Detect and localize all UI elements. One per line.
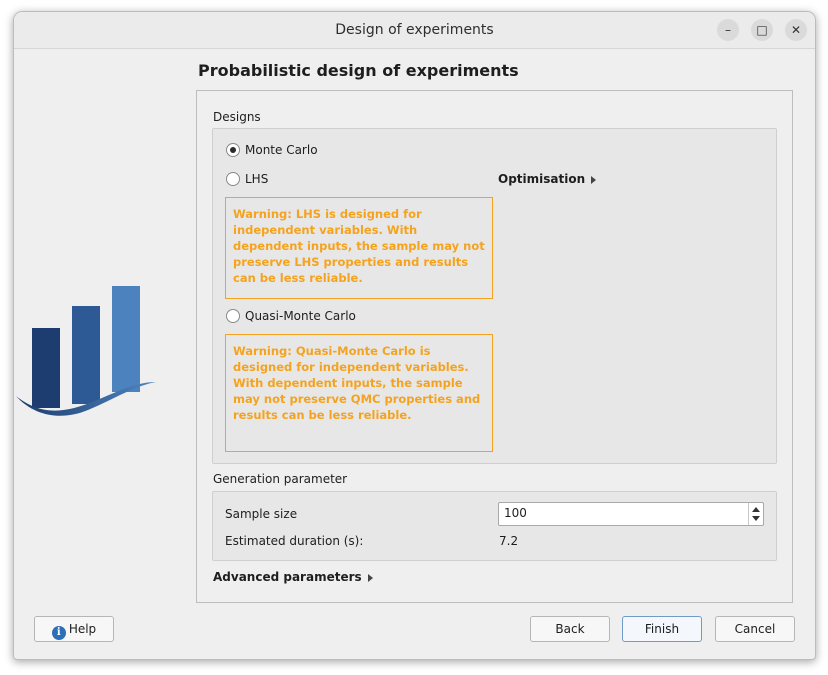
close-icon: ✕ [790, 23, 802, 37]
spin-up-icon[interactable] [752, 507, 760, 512]
maximize-icon: □ [756, 23, 768, 37]
sample-size-value[interactable]: 100 [504, 506, 527, 520]
duration-label: Estimated duration (s): [225, 534, 364, 548]
minimize-button[interactable]: – [717, 19, 739, 41]
lhs-warning-text: Warning: LHS is designed for independent… [233, 207, 485, 285]
logo-bar-1 [32, 328, 60, 408]
main-frame: Designs Monte Carlo LHS Optimisation War… [196, 90, 793, 603]
lhs-radio[interactable] [226, 172, 240, 186]
optimisation-expander[interactable]: Optimisation [498, 172, 597, 186]
cancel-label: Cancel [734, 622, 776, 636]
optimisation-label: Optimisation [498, 172, 586, 186]
generation-label: Generation parameter [213, 472, 348, 486]
advanced-parameters-expander[interactable]: Advanced parameters [213, 570, 373, 584]
close-button[interactable]: ✕ [785, 19, 807, 41]
logo-bar-2 [72, 306, 100, 404]
expand-arrow-icon [367, 573, 373, 582]
window-title: Design of experiments [335, 22, 494, 38]
qmc-warning-text: Warning: Quasi-Monte Carlo is designed f… [233, 344, 481, 422]
lhs-label[interactable]: LHS [245, 172, 268, 186]
title-bar[interactable]: Design of experiments – □ ✕ [14, 12, 815, 49]
sample-size-label: Sample size [225, 507, 298, 521]
help-button[interactable]: i Help [34, 616, 114, 642]
dialog-window: Design of experiments – □ ✕ Probabilisti… [13, 11, 816, 660]
finish-label: Finish [644, 622, 680, 636]
expand-arrow-icon [591, 175, 597, 184]
monte-carlo-radio[interactable] [226, 143, 240, 157]
advanced-parameters-label: Advanced parameters [213, 570, 362, 584]
spin-buttons[interactable] [748, 503, 763, 525]
finish-button[interactable]: Finish [622, 616, 702, 642]
qmc-radio[interactable] [226, 309, 240, 323]
app-logo-icon [16, 286, 156, 416]
help-label: Help [68, 622, 97, 636]
spin-down-icon[interactable] [752, 516, 760, 521]
monte-carlo-label[interactable]: Monte Carlo [245, 143, 318, 157]
cancel-button[interactable]: Cancel [715, 616, 795, 642]
back-label: Back [555, 622, 585, 636]
designs-label: Designs [213, 110, 261, 124]
qmc-label[interactable]: Quasi-Monte Carlo [245, 309, 356, 323]
back-button[interactable]: Back [530, 616, 610, 642]
sample-size-spinbox[interactable]: 100 [498, 502, 764, 526]
maximize-button[interactable]: □ [751, 19, 773, 41]
minimize-icon: – [725, 23, 731, 37]
logo-bar-3 [112, 286, 140, 392]
duration-value: 7.2 [499, 534, 519, 548]
info-icon: i [51, 626, 66, 640]
page-title: Probabilistic design of experiments [198, 61, 519, 80]
